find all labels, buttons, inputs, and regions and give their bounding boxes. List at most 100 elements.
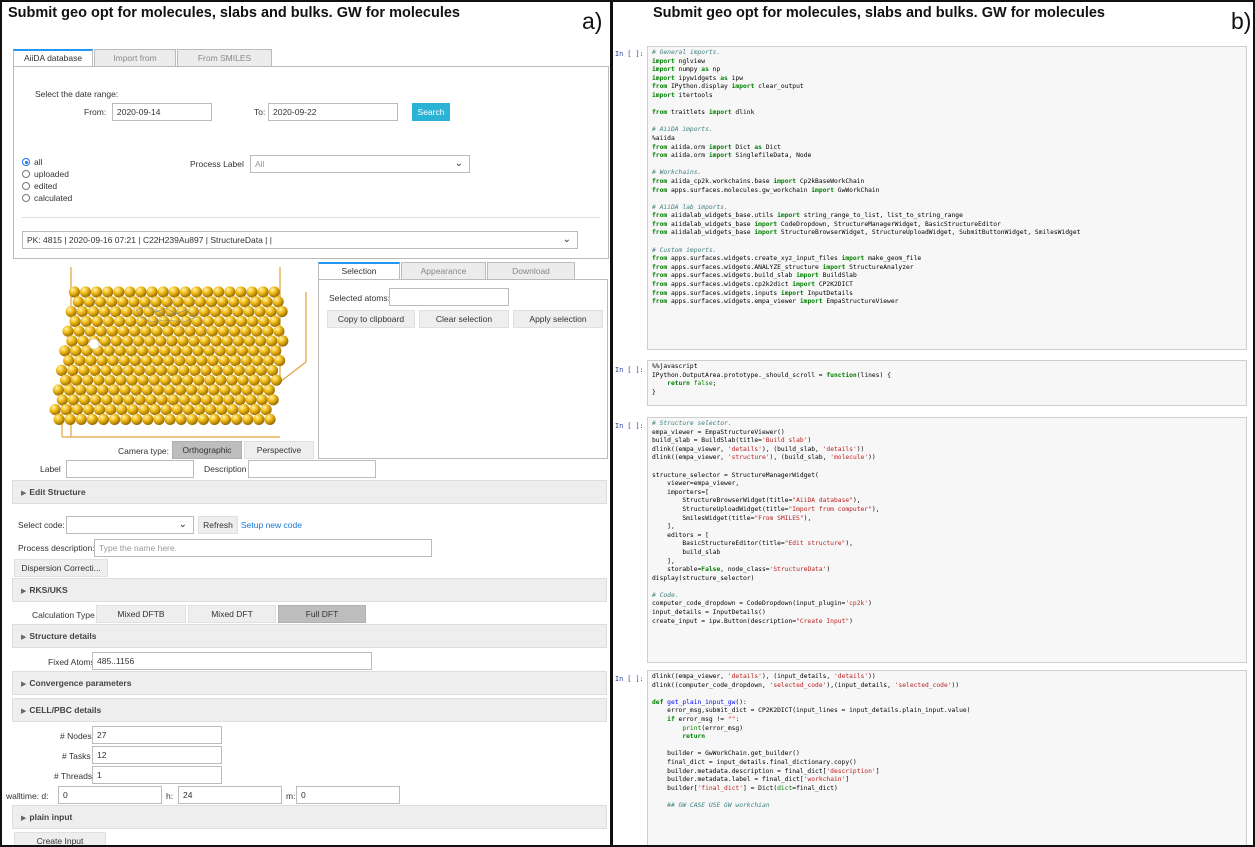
copy-to-clipboard-button[interactable]: Copy to clipboard	[327, 310, 415, 328]
gold-atom	[154, 306, 166, 318]
structure-viewer[interactable]	[16, 262, 316, 440]
gold-atom	[151, 355, 164, 367]
gold-atom	[159, 345, 171, 357]
gold-atom	[113, 286, 125, 298]
tasks-input[interactable]: 12	[92, 746, 222, 764]
gold-atom	[121, 335, 133, 347]
gold-atom	[96, 355, 108, 367]
cell-pbc-accordion[interactable]: ▶ CELL/PBC details	[12, 698, 607, 722]
panel-b: Submit geo opt for molecules, slabs and …	[611, 0, 1255, 847]
gold-atom	[213, 315, 225, 327]
description-input[interactable]	[248, 460, 376, 478]
label-input[interactable]	[66, 460, 194, 478]
code-cell-javascript[interactable]: %%javascript IPython.OutputArea.prototyp…	[647, 360, 1247, 406]
walltime-hours-input[interactable]: 24	[178, 786, 282, 804]
orthographic-button[interactable]: Orthographic	[172, 441, 242, 459]
gold-atom	[109, 413, 121, 425]
tab-appearance[interactable]: Appearance	[401, 262, 486, 279]
gold-atom	[202, 315, 214, 327]
code-cell-structure-selector[interactable]: # Structure selector. empa_viewer = Empa…	[647, 417, 1247, 663]
rks-uks-accordion[interactable]: ▶ RKS/UKS	[12, 578, 607, 602]
camera-type-label: Camera type:	[118, 446, 170, 456]
gold-atom	[59, 374, 72, 386]
mixed-dftb-button[interactable]: Mixed DFTB	[96, 605, 186, 623]
tab-aiida-database[interactable]: AiiDA database	[13, 49, 93, 66]
tab-from-smiles[interactable]: From SMILES	[177, 49, 272, 66]
gold-atom	[101, 394, 113, 406]
apply-selection-button[interactable]: Apply selection	[513, 310, 603, 328]
gold-atom	[102, 315, 114, 327]
gold-atom	[82, 374, 94, 386]
walltime-minutes-input[interactable]: 0	[296, 786, 400, 804]
full-dft-button[interactable]: Full DFT	[278, 605, 366, 623]
gold-atom	[107, 355, 119, 367]
tab-download[interactable]: Download	[487, 262, 575, 279]
clear-selection-button[interactable]: Clear selection	[419, 310, 509, 328]
structure-details-accordion[interactable]: ▶ Structure details	[12, 624, 607, 648]
gold-atom	[265, 306, 277, 318]
nodes-input[interactable]: 27	[92, 726, 222, 744]
code-cell-get-plain-input[interactable]: dlink((empa_viewer, 'details'), (input_d…	[647, 670, 1247, 845]
tab-import-from-computer[interactable]: Import from computer	[94, 49, 176, 79]
radio-all[interactable]: all	[22, 156, 43, 168]
plain-input-accordion[interactable]: ▶ plain input	[12, 805, 607, 829]
gold-atom	[148, 345, 160, 357]
gold-atom	[184, 325, 196, 337]
gold-atom	[133, 364, 145, 376]
gold-atom	[270, 345, 282, 357]
gold-atom	[117, 325, 130, 337]
gold-atom	[177, 335, 189, 347]
gold-atom	[63, 384, 76, 396]
cell-prompt: In [ ]:	[615, 366, 644, 374]
process-label-select[interactable]: All ⌄	[250, 155, 470, 173]
gold-atom	[99, 335, 111, 347]
to-date-input[interactable]: 2020-09-22	[268, 103, 398, 121]
gold-atom	[224, 286, 236, 298]
refresh-button[interactable]: Refresh	[198, 516, 238, 534]
gold-atom	[76, 306, 88, 318]
gold-atom	[56, 394, 68, 406]
perspective-button[interactable]: Perspective	[244, 441, 314, 459]
gold-atom	[219, 384, 231, 396]
radio-edited[interactable]: edited	[22, 180, 57, 192]
gold-atom	[168, 286, 180, 298]
caret-right-icon: ▶	[21, 815, 27, 822]
gold-atom	[203, 345, 215, 357]
tab-selection[interactable]: Selection	[318, 262, 400, 279]
gold-atom	[235, 286, 247, 298]
convergence-parameters-accordion[interactable]: ▶ Convergence parameters	[12, 671, 607, 695]
threads-input[interactable]: 1	[92, 766, 222, 784]
gold-atom	[105, 404, 117, 416]
process-description-input[interactable]: Type the name here.	[94, 539, 432, 557]
gold-atom	[274, 355, 286, 367]
gold-atom	[188, 335, 200, 347]
panel-a: Submit geo opt for molecules, slabs and …	[0, 0, 612, 847]
gold-atom	[78, 364, 90, 376]
walltime-days-input[interactable]: 0	[58, 786, 162, 804]
structure-select[interactable]: PK: 4815 | 2020-09-16 07:21 | C22H239Au8…	[22, 231, 578, 249]
panel-b-letter: b)	[1231, 8, 1252, 34]
selected-atoms-input[interactable]	[389, 288, 509, 306]
mixed-dft-button[interactable]: Mixed DFT	[188, 605, 276, 623]
gold-atom	[52, 384, 64, 396]
setup-new-code-link[interactable]: Setup new code	[241, 520, 302, 530]
search-button[interactable]: Search	[412, 103, 450, 121]
gold-atom	[140, 325, 152, 337]
fixed-atoms-input[interactable]: 485..1156	[92, 652, 372, 670]
gold-atom	[189, 394, 202, 406]
gold-atom	[205, 404, 217, 416]
radio-calculated[interactable]: calculated	[22, 192, 72, 204]
dispersion-correction-button[interactable]: Dispersion Correcti...	[14, 559, 108, 577]
radio-uploaded[interactable]: uploaded	[22, 168, 69, 180]
select-code-dropdown[interactable]: ⌄	[66, 516, 194, 534]
create-input-button[interactable]: Create Input	[14, 832, 106, 845]
from-date-input[interactable]: 2020-09-14	[112, 103, 212, 121]
gold-atom	[158, 315, 170, 327]
gold-atom	[100, 364, 112, 376]
edit-structure-accordion[interactable]: ▶ Edit Structure	[12, 480, 607, 504]
radio-off-icon	[22, 182, 30, 190]
gold-atom	[163, 384, 175, 396]
gold-atom	[86, 413, 98, 425]
code-cell-imports[interactable]: # General imports. import nglview import…	[647, 46, 1247, 350]
gold-atom	[207, 355, 219, 367]
